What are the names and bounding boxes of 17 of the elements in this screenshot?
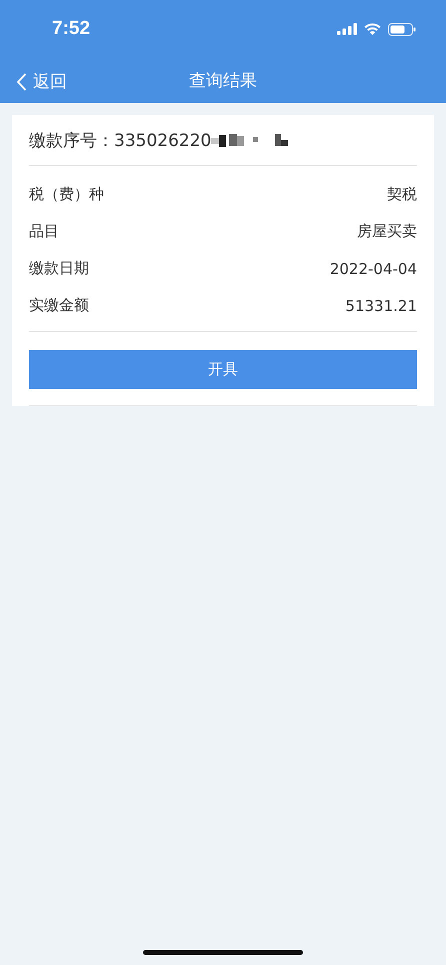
field-value: 51331.21 — [345, 296, 417, 314]
payment-number: 缴款序号：335026220 — [29, 130, 212, 152]
wifi-icon — [364, 23, 381, 35]
field-label: 品目 — [29, 222, 59, 241]
issue-button[interactable]: 开具 — [29, 350, 417, 389]
field-value: 房屋买卖 — [357, 222, 417, 241]
page-title: 查询结果 — [189, 70, 257, 92]
chevron-left-icon — [16, 72, 27, 90]
field-label: 税（费）种 — [29, 185, 104, 204]
field-label: 缴款日期 — [29, 259, 89, 278]
signal-icon — [337, 23, 357, 35]
battery-icon — [388, 22, 416, 36]
field-label: 实缴金额 — [29, 296, 89, 315]
field-value: 2022-04-04 — [330, 260, 417, 278]
field-value: 契税 — [387, 185, 417, 204]
status-time: 7:52 — [52, 18, 90, 40]
back-button[interactable]: 返回 — [14, 66, 69, 97]
